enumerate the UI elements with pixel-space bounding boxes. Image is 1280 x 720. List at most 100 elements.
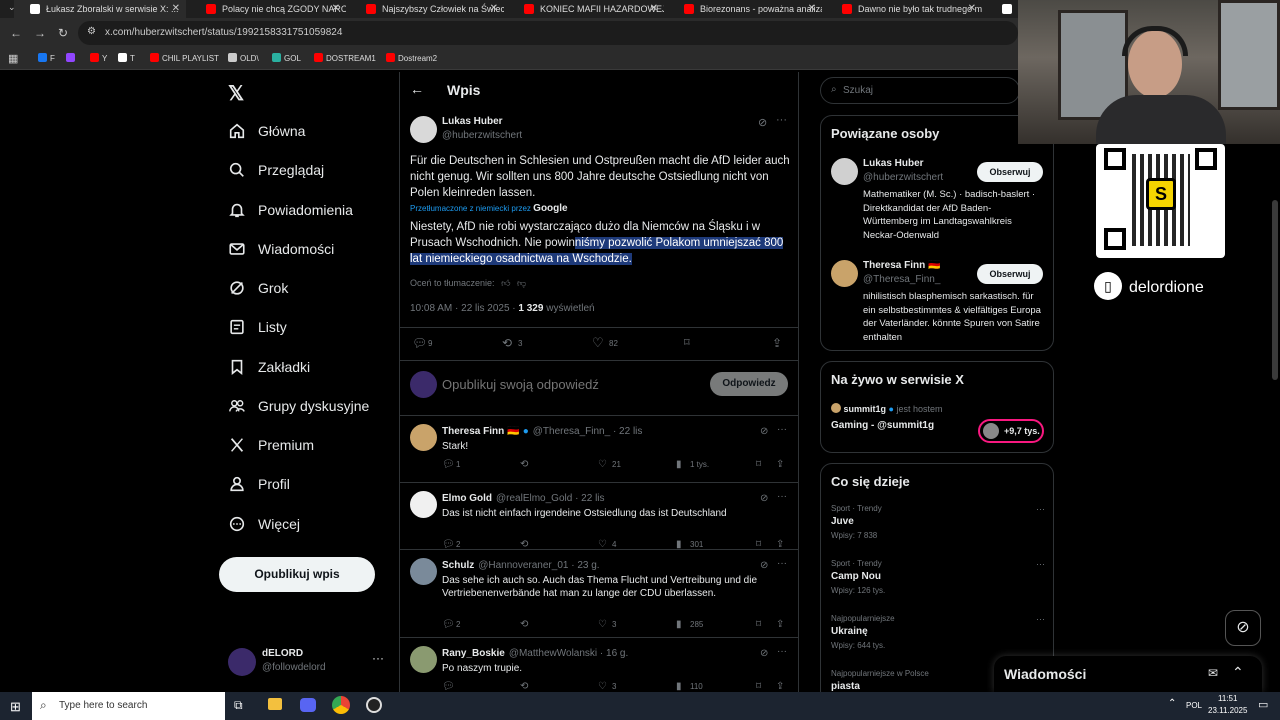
bookmark-item[interactable] [66,53,78,63]
forward-icon[interactable]: → [34,26,46,40]
url-input[interactable]: ⚙ x.com/huberzwitschert/status/199215833… [78,21,1018,45]
grok-icon[interactable]: ⊘ [758,116,767,129]
repost-icon[interactable]: ⟲ [520,681,528,692]
share-icon[interactable]: ⇪ [776,459,784,470]
author-handle[interactable]: @huberzwitschert [442,130,522,141]
more-dots-icon[interactable]: ··· [372,651,384,665]
sidebar-item-główna[interactable]: Główna [228,120,388,144]
follow-button[interactable]: Obserwuj [977,162,1043,182]
share-icon[interactable]: ⇪ [776,681,784,692]
tab-close-icon[interactable]: ✕ [490,3,498,14]
share-icon[interactable]: ⇪ [776,619,784,630]
more-dots-icon[interactable]: ··· [1036,614,1045,624]
grok-icon[interactable]: ⊘ [760,426,768,437]
post-button[interactable]: Opublikuj wpis [219,557,375,592]
apps-grid-icon[interactable]: ▦ [8,52,18,65]
sidebar-item-zakładki[interactable]: Zakładki [228,356,388,380]
like-icon[interactable]: ♡ [598,681,607,692]
bookmark-icon[interactable]: ⌑ [756,459,761,470]
bookmark-item[interactable]: T [118,53,135,63]
tab-close-icon[interactable]: ✕ [808,3,816,14]
views-icon[interactable]: ▮ [676,681,682,692]
discord-icon[interactable] [300,698,316,712]
reload-icon[interactable]: ↻ [58,26,68,40]
reply-item[interactable]: Schulz @Hannoveraner_01 · 23 g. ⊘ ··· Das se… [400,550,798,638]
bookmark-item[interactable]: CHIL PLAYLIST [150,53,219,63]
reply-author[interactable]: Rany_Boskie [442,648,505,659]
back-arrow-icon[interactable]: ← [410,81,424,97]
bookmark-icon[interactable]: ⌑ [756,681,761,692]
clock-time[interactable]: 11:51 [1218,694,1237,703]
reply-button[interactable]: Odpowiedz [710,372,788,396]
sidebar-item-profil[interactable]: Profil [228,473,388,497]
share-icon[interactable]: ⇪ [772,336,782,350]
person-avatar[interactable] [831,158,858,185]
reply-icon[interactable]: 💬︎ [442,459,455,470]
reply-author[interactable]: Elmo Gold [442,493,492,504]
reply-avatar[interactable] [410,491,437,518]
expand-icon[interactable]: ⌃ [1232,664,1244,681]
tab-close-icon[interactable]: ✕ [172,3,180,14]
follow-button[interactable]: Obserwuj [977,264,1043,284]
like-icon[interactable]: ♡ [598,459,607,470]
reply-item[interactable]: Theresa Finn 🇩🇪 ● @Theresa_Finn_ · 22 lis ⊘ ·… [400,416,798,483]
browser-tab[interactable]: Dawno nie było tak trudnego m ✕ [826,0,982,18]
bookmark-icon[interactable]: ⌑ [684,336,690,349]
more-dots-icon[interactable]: ··· [777,424,787,435]
reply-item[interactable]: Elmo Gold @realElmo_Gold · 22 lis ⊘ ··· Das … [400,483,798,550]
person-name[interactable]: Theresa Finn 🇩🇪 [863,260,940,271]
related-person[interactable]: Theresa Finn 🇩🇪 @Theresa_Finn_ nihilistisc… [821,258,1053,354]
bookmark-item[interactable]: GOL [272,53,301,63]
tab-close-icon[interactable]: ✕ [650,3,658,14]
person-handle[interactable]: @Theresa_Finn_ [863,274,940,285]
views-icon[interactable]: ▮ [676,619,682,630]
browser-tab[interactable]: KONIEC MAFII HAZARDOWEJ ✕ [508,0,664,18]
related-person[interactable]: Lukas Huber @huberzwitschert Mathematiker … [821,156,1053,252]
reply-author[interactable]: Theresa Finn [442,426,504,437]
sidebar-item-więcej[interactable]: Więcej [228,513,388,537]
reply-item[interactable]: Rany_Boskie @MatthewWolanski · 16 g. ⊘ ··· P… [400,638,798,698]
language-indicator[interactable]: POL [1186,701,1202,710]
x-logo-icon[interactable]: 𝕏 [228,81,244,106]
more-dots-icon[interactable]: ··· [777,646,787,657]
person-name[interactable]: Lukas Huber [863,158,924,169]
trend-item[interactable]: Sport · Trendy Camp Nou Wpisy: 126 tys. ··· [831,559,1045,609]
clock-date[interactable]: 23.11.2025 [1208,706,1247,715]
sidebar-item-premium[interactable]: Premium [228,434,388,458]
browser-tab[interactable]: Biorezonans - poważna analiza ✕ [668,0,822,18]
notifications-icon[interactable]: ▭ [1258,698,1268,711]
like-icon[interactable]: ♡ [592,335,604,351]
reply-handle[interactable]: @realElmo_Gold · 22 lis [496,493,605,504]
more-dots-icon[interactable]: ··· [777,558,787,569]
reply-avatar[interactable] [410,646,437,673]
reply-icon[interactable]: 💬︎ [412,336,427,350]
trend-item[interactable]: Sport · Trendy Juve Wpisy: 7 838 ··· [831,504,1045,554]
tray-chevron-icon[interactable]: ⌃ [1168,698,1176,709]
reply-handle[interactable]: @Theresa_Finn_ · 22 lis [533,426,643,437]
bookmark-item[interactable]: Dostream2 [386,53,437,63]
sidebar-item-listy[interactable]: Listy [228,316,388,340]
views-icon[interactable]: ▮ [676,459,682,470]
sidebar-item-wiadomości[interactable]: Wiadomości [228,238,388,262]
thumbs-up-icon[interactable]: 👍︎ [501,278,510,288]
repost-icon[interactable]: ⟲ [502,336,512,350]
task-view-icon[interactable]: ⧉ [234,698,243,713]
reply-avatar[interactable] [410,424,437,451]
reply-author[interactable]: Schulz [442,560,474,571]
reply-icon[interactable]: 💬︎ [442,619,455,630]
bookmark-item[interactable]: Y [90,53,107,63]
taskbar-search[interactable]: ⌕ Type here to search [32,692,225,720]
more-dots-icon[interactable]: ··· [776,114,787,126]
back-icon[interactable]: ← [10,26,22,40]
account-switcher[interactable]: dELORD @followdelord ··· [226,645,386,681]
messages-drawer[interactable]: Wiadomości ✉ ⌃ [994,656,1262,692]
new-message-icon[interactable]: ✉ [1208,666,1218,680]
like-icon[interactable]: ♡ [598,619,607,630]
sidebar-item-grupy-dyskusyjne[interactable]: Grupy dyskusyjne [228,395,388,419]
author-name[interactable]: Lukas Huber [442,116,503,127]
thumbs-down-icon[interactable]: 👎︎ [517,278,526,288]
more-dots-icon[interactable]: ··· [1036,504,1045,514]
live-listeners[interactable]: +9,7 tys. [978,419,1044,443]
bookmark-item[interactable]: DOSTREAM1 [314,53,376,63]
site-info-icon[interactable]: ⚙ [87,26,96,37]
